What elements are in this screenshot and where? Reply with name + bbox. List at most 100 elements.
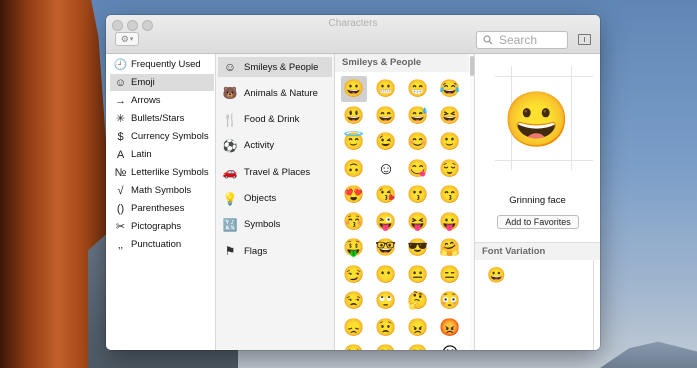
subcategory-label: Symbols [244, 219, 281, 231]
preview-glyph: 😀 [503, 89, 571, 150]
category-label: Currency Symbols [131, 131, 209, 142]
subcategory-smileys-people[interactable]: ☺ Smileys & People [218, 57, 332, 77]
emoji-cell[interactable]: 😍 [341, 182, 367, 208]
emoji-cell[interactable]: 😝 [405, 209, 431, 235]
emoji-cell[interactable]: 🙃 [341, 156, 367, 182]
emoji-cell[interactable]: 😔 [341, 341, 367, 350]
emoji-cell[interactable]: 😀 [341, 76, 367, 102]
category-label: Frequently Used [131, 59, 201, 70]
emoji-cell[interactable]: 😙 [437, 182, 463, 208]
emoji-cell[interactable]: 🙄 [373, 288, 399, 314]
category-emoji[interactable]: ☺ Emoji [110, 74, 214, 91]
font-variation-list: 😀 [475, 260, 594, 350]
scrollbar-thumb[interactable] [470, 56, 474, 76]
emoji-cell[interactable]: 😬 [373, 76, 399, 102]
characters-window: Characters ⚙▾ 🕘Frequently Used ☺ Emoji → Arr… [106, 15, 600, 350]
emoji-cell[interactable]: 😠 [405, 315, 431, 341]
preview-guide-line [495, 76, 593, 77]
category-parentheses[interactable]: () Parentheses [110, 200, 214, 217]
character-grid: Smileys & People 😀 😬 😁 😂 😃 😄 😅 😆 😇 😉 😊 🙂 🙃 ☺ 😋 😌 😍 😘 😗 😙 😚 😜 😝… [335, 54, 469, 350]
chevron-down-icon: ▾ [129, 36, 134, 43]
category-label: Emoji [131, 77, 155, 88]
emoji-cell[interactable]: 🙂 [437, 129, 463, 155]
parentheses-icon: () [116, 202, 125, 215]
category-bullets-stars[interactable]: ✳ Bullets/Stars [110, 110, 214, 127]
emoji-cell[interactable]: 😁 [405, 76, 431, 102]
subcategory-activity[interactable]: ⚽ Activity [218, 136, 332, 156]
character-preview: 😀 [475, 54, 600, 182]
sidebar-toggle-icon[interactable] [578, 34, 591, 45]
category-label: Bullets/Stars [131, 113, 185, 124]
subcategory-label: Animals & Nature [244, 87, 318, 99]
emoji-cell[interactable]: 😕 [373, 341, 399, 350]
category-label: Arrows [131, 95, 161, 106]
emoji-cell[interactable]: 😋 [405, 156, 431, 182]
action-menu-button[interactable]: ⚙ ▾ [115, 32, 139, 46]
food-icon: 🍴 [222, 112, 238, 127]
emoji-cell[interactable]: ☹ [437, 341, 463, 350]
subcategory-label: Flags [244, 245, 268, 257]
dollar-icon: $ [117, 130, 124, 143]
subcategory-animals-nature[interactable]: 🐻 Animals & Nature [218, 83, 332, 103]
emoji-cell[interactable]: 😳 [437, 288, 463, 314]
emoji-cell[interactable]: 😇 [341, 129, 367, 155]
bulb-icon: 💡 [222, 191, 238, 206]
emoji-cell[interactable]: 😘 [373, 182, 399, 208]
font-variation-header: Font Variation [475, 242, 600, 260]
emoji-cell[interactable]: 😂 [437, 76, 463, 102]
emoji-cell[interactable]: 🤗 [437, 235, 463, 261]
emoji-cell[interactable]: 😅 [405, 103, 431, 129]
search-input[interactable] [497, 32, 565, 48]
emoji-cell[interactable]: 😎 [405, 235, 431, 261]
symbols-icon: 🔣 [222, 217, 238, 232]
emoji-cell[interactable]: 😑 [437, 262, 463, 288]
emoji-cell[interactable]: 😚 [341, 209, 367, 235]
emoji-cell[interactable]: 😡 [437, 315, 463, 341]
emoji-cell[interactable]: 😄 [373, 103, 399, 129]
emoji-cell[interactable]: 🤔 [405, 288, 431, 314]
emoji-cell[interactable]: 😆 [437, 103, 463, 129]
titlebar: Characters ⚙ ▾ [106, 15, 600, 54]
emoji-cell[interactable]: 😉 [373, 129, 399, 155]
emoji-cell[interactable]: 😜 [373, 209, 399, 235]
emoji-cell[interactable]: 😗 [405, 182, 431, 208]
category-pictographs[interactable]: ✂ Pictographs [110, 218, 214, 235]
sqrt-icon: √ [117, 184, 124, 197]
category-latin[interactable]: A Latin [110, 146, 214, 163]
category-label: Math Symbols [131, 185, 192, 196]
category-math-symbols[interactable]: √ Math Symbols [110, 182, 214, 199]
category-punctuation[interactable]: ‚‚ Punctuation [110, 236, 214, 253]
subcategory-flags[interactable]: ⚑ Flags [218, 241, 332, 261]
font-variation-glyph[interactable]: 😀 [487, 266, 506, 284]
subcategory-food-drink[interactable]: 🍴 Food & Drink [218, 110, 332, 130]
emoji-cell[interactable]: 🙁 [405, 341, 431, 350]
emoji-cell[interactable]: 😊 [405, 129, 431, 155]
subcategory-objects[interactable]: 💡 Objects [218, 189, 332, 209]
arrow-icon: → [115, 94, 126, 107]
emoji-cell[interactable]: 😶 [373, 262, 399, 288]
emoji-cell[interactable]: 🤓 [373, 235, 399, 261]
clock-icon: 🕘 [113, 59, 128, 71]
emoji-cell[interactable]: 😌 [437, 156, 463, 182]
emoji-cell[interactable]: 😒 [341, 288, 367, 314]
category-label: Letterlike Symbols [131, 167, 209, 178]
subcategory-symbols[interactable]: 🔣 Symbols [218, 215, 332, 235]
numero-icon: № [114, 166, 127, 179]
category-letterlike-symbols[interactable]: № Letterlike Symbols [110, 164, 214, 181]
category-arrows[interactable]: → Arrows [110, 92, 214, 109]
emoji-cell[interactable]: 🤑 [341, 235, 367, 261]
emoji-cell[interactable]: 😏 [341, 262, 367, 288]
category-currency-symbols[interactable]: $ Currency Symbols [110, 128, 214, 145]
category-frequently-used[interactable]: 🕘 Frequently Used [110, 56, 214, 73]
emoji-cell[interactable]: 😐 [405, 262, 431, 288]
add-to-favorites-button[interactable]: Add to Favorites [497, 215, 579, 229]
emoji-cell[interactable]: 😞 [341, 315, 367, 341]
latin-a-icon: A [116, 148, 125, 161]
paw-icon: 🐻 [222, 86, 238, 101]
subcategory-travel-places[interactable]: 🚗 Travel & Places [218, 162, 332, 182]
search-field[interactable] [476, 31, 568, 49]
emoji-cell[interactable]: 😃 [341, 103, 367, 129]
emoji-cell[interactable]: 😛 [437, 209, 463, 235]
emoji-cell[interactable]: 😟 [373, 315, 399, 341]
emoji-cell[interactable]: ☺ [373, 156, 399, 182]
